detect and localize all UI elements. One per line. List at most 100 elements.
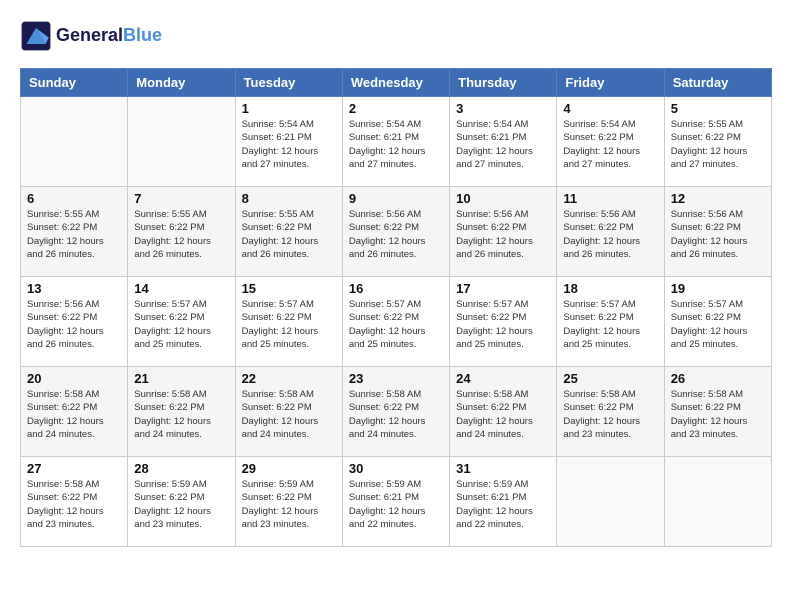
- calendar-cell: 15Sunrise: 5:57 AM Sunset: 6:22 PM Dayli…: [235, 277, 342, 367]
- day-number: 8: [242, 191, 336, 206]
- calendar-cell: [664, 457, 771, 547]
- calendar-cell: 4 Sunrise: 5:54 AM Sunset: 6:22 PM Daylig…: [557, 97, 664, 187]
- day-info: Sunrise: 5:59 AM Sunset: 6:21 PM Dayligh…: [456, 478, 550, 531]
- calendar-cell: 11Sunrise: 5:56 AM Sunset: 6:22 PM Dayli…: [557, 187, 664, 277]
- calendar-cell: 30 Sunrise: 5:59 AM Sunset: 6:21 PM Dayli…: [342, 457, 449, 547]
- day-info: Sunrise: 5:59 AM Sunset: 6:22 PM Dayligh…: [242, 478, 336, 531]
- calendar-cell: [21, 97, 128, 187]
- calendar-cell: 12 Sunrise: 5:56 AM Sunset: 6:22 PM Dayli…: [664, 187, 771, 277]
- logo-text: GeneralBlue: [56, 26, 162, 46]
- calendar-cell: 29 Sunrise: 5:59 AM Sunset: 6:22 PM Dayli…: [235, 457, 342, 547]
- day-number: 4: [563, 101, 657, 116]
- day-info: Sunrise: 5:56 AM Sunset: 6:22 PM Dayligh…: [671, 208, 765, 261]
- day-number: 22: [242, 371, 336, 386]
- calendar-cell: 1 Sunrise: 5:54 AM Sunset: 6:21 PM Daylig…: [235, 97, 342, 187]
- day-info: Sunrise: 5:57 AM Sunset: 6:22 PM Dayligh…: [349, 298, 443, 351]
- day-number: 23: [349, 371, 443, 386]
- day-info: Sunrise: 5:55 AM Sunset: 6:22 PM Dayligh…: [671, 118, 765, 171]
- weekday-header-friday: Friday: [557, 69, 664, 97]
- weekday-header-sunday: Sunday: [21, 69, 128, 97]
- day-info: Sunrise: 5:58 AM Sunset: 6:22 PM Dayligh…: [349, 388, 443, 441]
- calendar-header-row: SundayMondayTuesdayWednesdayThursdayFrid…: [21, 69, 772, 97]
- day-number: 2: [349, 101, 443, 116]
- calendar-cell: 14Sunrise: 5:57 AM Sunset: 6:22 PM Dayli…: [128, 277, 235, 367]
- calendar-cell: 18 Sunrise: 5:57 AM Sunset: 6:22 PM Dayli…: [557, 277, 664, 367]
- day-info: Sunrise: 5:54 AM Sunset: 6:21 PM Dayligh…: [349, 118, 443, 171]
- calendar-week-2: 6 Sunrise: 5:55 AM Sunset: 6:22 PM Daylig…: [21, 187, 772, 277]
- calendar-cell: 21 Sunrise: 5:58 AM Sunset: 6:22 PM Dayli…: [128, 367, 235, 457]
- calendar-cell: 8 Sunrise: 5:55 AM Sunset: 6:22 PM Daylig…: [235, 187, 342, 277]
- calendar-cell: 28 Sunrise: 5:59 AM Sunset: 6:22 PM Dayli…: [128, 457, 235, 547]
- day-info: Sunrise: 5:57 AM Sunset: 6:22 PM Dayligh…: [671, 298, 765, 351]
- calendar-cell: 17Sunrise: 5:57 AM Sunset: 6:22 PM Dayli…: [450, 277, 557, 367]
- day-number: 20: [27, 371, 121, 386]
- calendar-cell: 3Sunrise: 5:54 AM Sunset: 6:21 PM Daylig…: [450, 97, 557, 187]
- day-info: Sunrise: 5:58 AM Sunset: 6:22 PM Dayligh…: [134, 388, 228, 441]
- logo-icon: [20, 20, 52, 52]
- calendar-cell: 24 Sunrise: 5:58 AM Sunset: 6:22 PM Dayli…: [450, 367, 557, 457]
- day-info: Sunrise: 5:58 AM Sunset: 6:22 PM Dayligh…: [456, 388, 550, 441]
- calendar-cell: 10Sunrise: 5:56 AM Sunset: 6:22 PM Dayli…: [450, 187, 557, 277]
- day-info: Sunrise: 5:54 AM Sunset: 6:22 PM Dayligh…: [563, 118, 657, 171]
- page-header: GeneralBlue: [20, 20, 772, 52]
- day-number: 6: [27, 191, 121, 206]
- day-info: Sunrise: 5:57 AM Sunset: 6:22 PM Dayligh…: [134, 298, 228, 351]
- day-number: 24: [456, 371, 550, 386]
- day-number: 31: [456, 461, 550, 476]
- day-info: Sunrise: 5:59 AM Sunset: 6:22 PM Dayligh…: [134, 478, 228, 531]
- calendar-week-5: 27Sunrise: 5:58 AM Sunset: 6:22 PM Dayli…: [21, 457, 772, 547]
- day-info: Sunrise: 5:55 AM Sunset: 6:22 PM Dayligh…: [242, 208, 336, 261]
- day-number: 16: [349, 281, 443, 296]
- weekday-header-wednesday: Wednesday: [342, 69, 449, 97]
- calendar: SundayMondayTuesdayWednesdayThursdayFrid…: [20, 68, 772, 547]
- day-number: 13: [27, 281, 121, 296]
- day-info: Sunrise: 5:57 AM Sunset: 6:22 PM Dayligh…: [242, 298, 336, 351]
- calendar-cell: 13 Sunrise: 5:56 AM Sunset: 6:22 PM Dayli…: [21, 277, 128, 367]
- calendar-cell: 5 Sunrise: 5:55 AM Sunset: 6:22 PM Daylig…: [664, 97, 771, 187]
- day-number: 9: [349, 191, 443, 206]
- day-number: 10: [456, 191, 550, 206]
- calendar-cell: 7Sunrise: 5:55 AM Sunset: 6:22 PM Daylig…: [128, 187, 235, 277]
- calendar-cell: 2 Sunrise: 5:54 AM Sunset: 6:21 PM Daylig…: [342, 97, 449, 187]
- calendar-cell: 19 Sunrise: 5:57 AM Sunset: 6:22 PM Dayli…: [664, 277, 771, 367]
- day-info: Sunrise: 5:58 AM Sunset: 6:22 PM Dayligh…: [27, 388, 121, 441]
- day-number: 18: [563, 281, 657, 296]
- day-info: Sunrise: 5:58 AM Sunset: 6:22 PM Dayligh…: [242, 388, 336, 441]
- calendar-cell: 16 Sunrise: 5:57 AM Sunset: 6:22 PM Dayli…: [342, 277, 449, 367]
- day-info: Sunrise: 5:57 AM Sunset: 6:22 PM Dayligh…: [563, 298, 657, 351]
- calendar-cell: [128, 97, 235, 187]
- day-number: 12: [671, 191, 765, 206]
- weekday-header-tuesday: Tuesday: [235, 69, 342, 97]
- day-info: Sunrise: 5:56 AM Sunset: 6:22 PM Dayligh…: [349, 208, 443, 261]
- day-number: 30: [349, 461, 443, 476]
- day-number: 1: [242, 101, 336, 116]
- weekday-header-monday: Monday: [128, 69, 235, 97]
- day-info: Sunrise: 5:56 AM Sunset: 6:22 PM Dayligh…: [27, 298, 121, 351]
- day-info: Sunrise: 5:54 AM Sunset: 6:21 PM Dayligh…: [242, 118, 336, 171]
- day-number: 29: [242, 461, 336, 476]
- weekday-header-saturday: Saturday: [664, 69, 771, 97]
- calendar-week-4: 20 Sunrise: 5:58 AM Sunset: 6:22 PM Dayli…: [21, 367, 772, 457]
- day-number: 3: [456, 101, 550, 116]
- day-info: Sunrise: 5:55 AM Sunset: 6:22 PM Dayligh…: [27, 208, 121, 261]
- calendar-week-3: 13 Sunrise: 5:56 AM Sunset: 6:22 PM Dayli…: [21, 277, 772, 367]
- calendar-cell: [557, 457, 664, 547]
- day-info: Sunrise: 5:56 AM Sunset: 6:22 PM Dayligh…: [563, 208, 657, 261]
- calendar-cell: 23 Sunrise: 5:58 AM Sunset: 6:22 PM Dayli…: [342, 367, 449, 457]
- day-number: 28: [134, 461, 228, 476]
- weekday-header-thursday: Thursday: [450, 69, 557, 97]
- calendar-cell: 9 Sunrise: 5:56 AM Sunset: 6:22 PM Daylig…: [342, 187, 449, 277]
- calendar-cell: 20 Sunrise: 5:58 AM Sunset: 6:22 PM Dayli…: [21, 367, 128, 457]
- day-info: Sunrise: 5:59 AM Sunset: 6:21 PM Dayligh…: [349, 478, 443, 531]
- logo: GeneralBlue: [20, 20, 162, 52]
- day-number: 5: [671, 101, 765, 116]
- day-number: 21: [134, 371, 228, 386]
- calendar-cell: 6 Sunrise: 5:55 AM Sunset: 6:22 PM Daylig…: [21, 187, 128, 277]
- calendar-cell: 31 Sunrise: 5:59 AM Sunset: 6:21 PM Dayli…: [450, 457, 557, 547]
- day-number: 26: [671, 371, 765, 386]
- day-number: 7: [134, 191, 228, 206]
- calendar-week-1: 1 Sunrise: 5:54 AM Sunset: 6:21 PM Daylig…: [21, 97, 772, 187]
- calendar-cell: 25Sunrise: 5:58 AM Sunset: 6:22 PM Dayli…: [557, 367, 664, 457]
- calendar-cell: 26Sunrise: 5:58 AM Sunset: 6:22 PM Dayli…: [664, 367, 771, 457]
- day-number: 19: [671, 281, 765, 296]
